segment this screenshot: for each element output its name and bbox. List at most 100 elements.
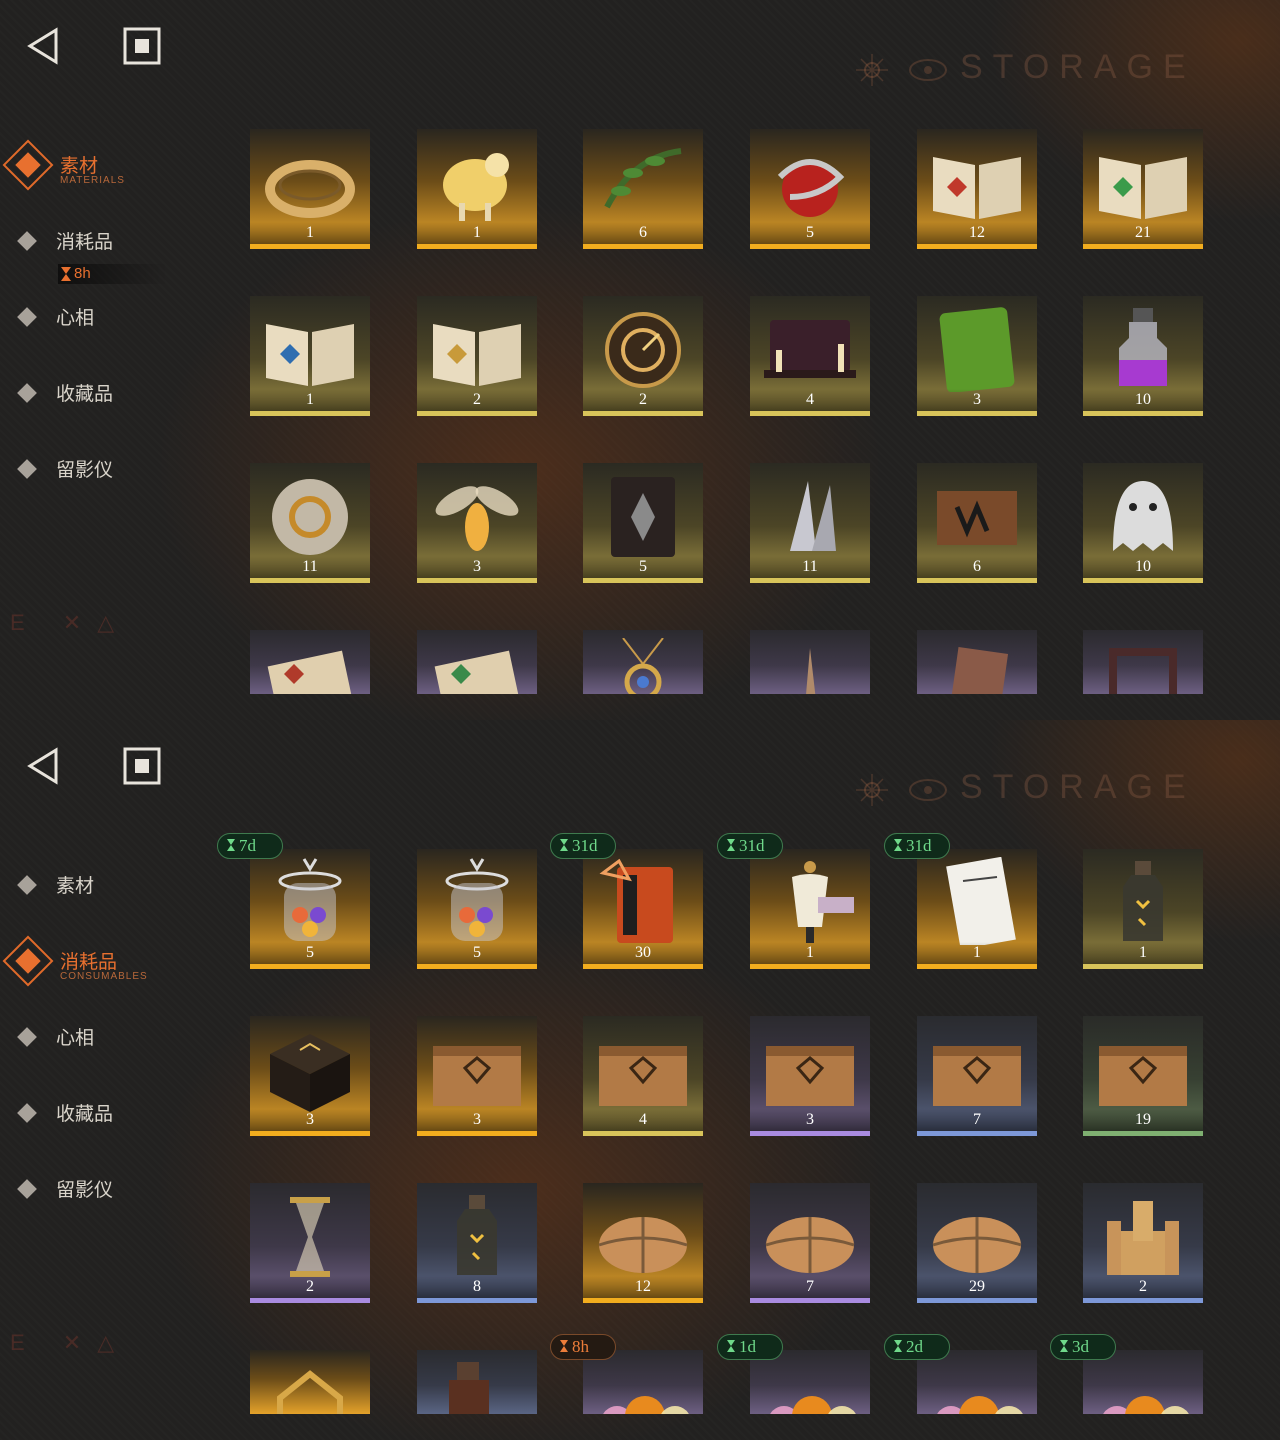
inventory-item[interactable]: 5	[250, 849, 370, 969]
inventory-item[interactable]	[917, 630, 1037, 694]
inventory-item[interactable]: 2	[417, 296, 537, 416]
item-count: 5	[750, 222, 870, 244]
inventory-item[interactable]: 21	[1083, 129, 1203, 249]
inventory-item[interactable]: 4	[750, 296, 870, 416]
hourglass-icon	[727, 839, 735, 851]
nav-sublabel: MATERIALS	[60, 175, 125, 186]
inventory-item[interactable]: 3	[250, 1016, 370, 1136]
inventory-item[interactable]: 30	[583, 849, 703, 969]
diamond-icon	[17, 307, 37, 327]
expiry-badge: 7d	[217, 833, 283, 859]
hourglass-icon	[894, 1340, 902, 1352]
item-count: 3	[917, 389, 1037, 411]
inventory-item[interactable]: 2	[250, 1183, 370, 1303]
storage-deco-icon	[852, 770, 952, 815]
inventory-item[interactable]: 2	[1083, 1183, 1203, 1303]
home-button[interactable]	[122, 26, 162, 66]
inventory-item[interactable]: 7	[917, 1016, 1037, 1136]
item-count: 29	[917, 1276, 1037, 1298]
parcel-icon	[932, 1217, 1022, 1273]
inventory-item[interactable]	[1083, 630, 1203, 694]
nav-item-materials[interactable]: 素材 MATERIALS	[2, 139, 216, 191]
potion-bottle-icon	[1119, 308, 1167, 386]
nav-item-mindscape[interactable]: 心相	[16, 299, 216, 339]
inventory-item[interactable]: 1	[250, 129, 370, 249]
candies-icon	[1103, 1396, 1189, 1414]
inventory-item[interactable]: 5	[583, 463, 703, 583]
nav-label: 消耗品	[60, 951, 118, 973]
inventory-item[interactable]: 1	[250, 296, 370, 416]
inventory-item[interactable]: 12	[583, 1183, 703, 1303]
inventory-item[interactable]	[583, 630, 703, 694]
storage-panel-consumables: STORAGE E ✕△ 素材 消耗品 CONSUMABLES 心相 收藏品 留…	[0, 720, 1280, 1440]
inventory-item[interactable]: 2	[583, 296, 703, 416]
inventory-item[interactable]: 10	[1083, 463, 1203, 583]
inventory-item[interactable]: 11	[750, 463, 870, 583]
timer-text: 8h	[74, 265, 91, 282]
nav-label: 心相	[56, 1027, 95, 1049]
inventory-item[interactable]	[250, 630, 370, 694]
nav-item-collectibles[interactable]: 收藏品	[16, 375, 216, 415]
inventory-item[interactable]: 19	[1083, 1016, 1203, 1136]
nav-item-mindscape[interactable]: 心相	[16, 1019, 216, 1059]
item-count: 10	[1083, 389, 1203, 411]
item-count: 5	[583, 556, 703, 578]
inventory-item[interactable]: 12	[917, 129, 1037, 249]
consumables-timer: 8h	[58, 264, 168, 284]
inventory-item[interactable]	[250, 1350, 370, 1414]
inventory-item[interactable]: 3	[750, 1016, 870, 1136]
nav-item-consumables[interactable]: 消耗品	[16, 223, 216, 263]
inventory-item[interactable]: 29	[917, 1183, 1037, 1303]
inventory-item[interactable]: 5	[750, 129, 870, 249]
expiry-badge: 31d	[884, 833, 950, 859]
inventory-item[interactable]: 11	[250, 463, 370, 583]
background-glyphs-icon: E ✕△	[10, 1330, 131, 1355]
nav-item-consumables[interactable]: 消耗品 CONSUMABLES	[2, 935, 216, 987]
nav-label: 素材	[60, 155, 99, 177]
item-count: 11	[750, 556, 870, 578]
diamond-icon	[17, 231, 37, 251]
nav-item-collectibles[interactable]: 收藏品	[16, 1095, 216, 1135]
inventory-item[interactable]: 3	[917, 296, 1037, 416]
inventory-item[interactable]: 7	[750, 1183, 870, 1303]
back-button[interactable]	[24, 746, 64, 786]
nav-item-camera[interactable]: 留影仪	[16, 1171, 216, 1211]
diamond-icon	[17, 1179, 37, 1199]
item-count: 3	[417, 1109, 537, 1131]
item-count: 2	[250, 1276, 370, 1298]
badge-text: 7d	[239, 836, 256, 855]
inventory-item[interactable]	[417, 630, 537, 694]
inventory-item[interactable]	[417, 1350, 537, 1414]
inventory-item[interactable]: 8	[417, 1183, 537, 1303]
item-count: 6	[917, 556, 1037, 578]
inventory-item[interactable]: 6	[583, 129, 703, 249]
candy-jar-icon	[278, 858, 342, 941]
item-count: 6	[583, 222, 703, 244]
inventory-item[interactable]: 5	[417, 849, 537, 969]
red-book-icon	[933, 157, 1021, 219]
inventory-item[interactable]: 6	[917, 463, 1037, 583]
storage-title: STORAGE	[960, 48, 1196, 86]
nav-item-camera[interactable]: 留影仪	[16, 451, 216, 491]
nav-item-materials[interactable]: 素材	[16, 867, 216, 907]
back-button[interactable]	[24, 26, 64, 66]
item-count: 19	[1083, 1109, 1203, 1131]
background-glyphs-icon: E ✕△	[10, 610, 131, 635]
inventory-item[interactable]: 1	[417, 129, 537, 249]
item-count: 1	[250, 222, 370, 244]
inventory-item[interactable]: 10	[1083, 296, 1203, 416]
crate-icon	[766, 1046, 854, 1106]
inventory-item[interactable]: 1	[1083, 849, 1203, 969]
castle-icon	[1107, 1201, 1179, 1275]
stone-slab-icon	[948, 647, 1009, 694]
rune-cube-icon	[270, 1034, 350, 1112]
hourglass-icon	[227, 839, 235, 851]
inventory-item[interactable]: 1	[750, 849, 870, 969]
inventory-item[interactable]: 3	[417, 463, 537, 583]
inventory-item[interactable]: 3	[417, 1016, 537, 1136]
badge-text: 3d	[1072, 1337, 1089, 1356]
inventory-item[interactable]	[750, 630, 870, 694]
inventory-item[interactable]: 4	[583, 1016, 703, 1136]
home-button[interactable]	[122, 746, 162, 786]
inventory-item[interactable]: 1	[917, 849, 1037, 969]
